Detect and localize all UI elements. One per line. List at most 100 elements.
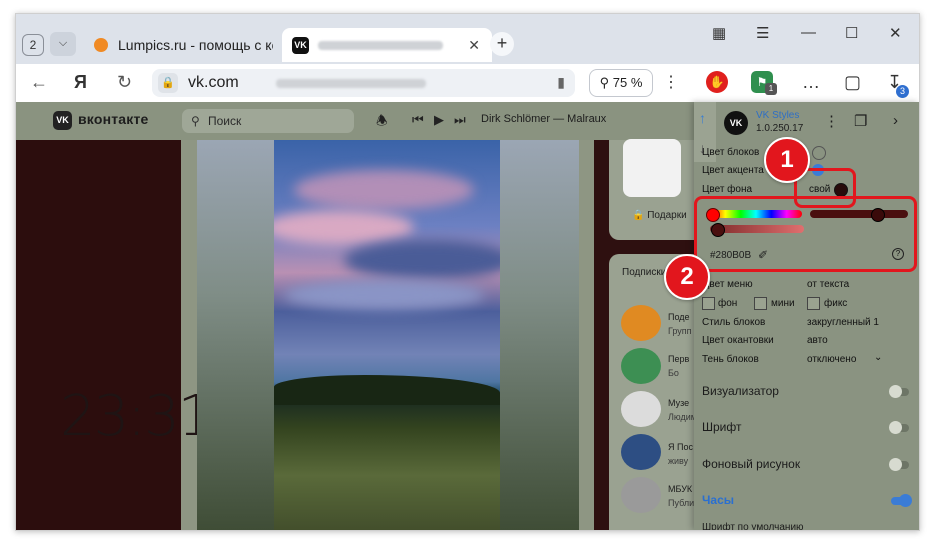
lock-icon[interactable]: 🔒 bbox=[158, 73, 178, 93]
tab-vk-active[interactable]: VK ✕ bbox=[282, 28, 492, 62]
font-toggle[interactable] bbox=[889, 421, 909, 434]
group-avatar[interactable] bbox=[621, 477, 661, 513]
adblock-extension-icon[interactable]: ✋ bbox=[706, 71, 728, 93]
group-avatar[interactable] bbox=[621, 305, 661, 341]
group-meta: Людим bbox=[668, 412, 697, 422]
fix-checkbox[interactable] bbox=[807, 297, 820, 310]
yandex-icon[interactable]: Я bbox=[74, 72, 87, 93]
group-avatar[interactable] bbox=[621, 348, 661, 384]
group-name[interactable]: Я Пос bbox=[668, 442, 693, 452]
chevron-right-icon[interactable]: › bbox=[893, 112, 898, 129]
group-meta: Публи bbox=[668, 498, 695, 508]
maximize-icon[interactable]: ☐ bbox=[845, 24, 858, 42]
section-background-image[interactable]: Фоновый рисунок bbox=[702, 457, 800, 471]
clock-toggle[interactable] bbox=[891, 494, 912, 507]
vk-search-input[interactable]: ⚲ Поиск bbox=[182, 109, 354, 133]
cloud bbox=[274, 210, 414, 245]
vk-favicon-icon: VK bbox=[292, 37, 309, 54]
group-avatar[interactable] bbox=[621, 391, 661, 427]
title-bar: 2 ⌵ Lumpics.ru - помощь с ком VK ✕ + ▦ ☰… bbox=[16, 14, 919, 64]
group-avatar[interactable] bbox=[621, 434, 661, 470]
group-name[interactable]: Поде bbox=[668, 312, 690, 322]
copy-icon[interactable]: ❐ bbox=[854, 112, 867, 130]
clock-widget: 23:31 bbox=[60, 384, 213, 449]
close-tab-icon[interactable]: ✕ bbox=[468, 28, 480, 62]
section-clock[interactable]: Часы bbox=[702, 493, 734, 507]
menu-color-value[interactable]: от текста bbox=[807, 279, 849, 290]
zoom-level: 75 % bbox=[612, 75, 643, 90]
back-icon[interactable]: ← bbox=[30, 72, 48, 93]
visualizer-toggle[interactable] bbox=[889, 385, 909, 398]
subscriptions-heading[interactable]: Подписки bbox=[622, 267, 666, 278]
tab-list-chevron-icon[interactable]: ⌵ bbox=[50, 32, 76, 56]
extensions-more-icon[interactable]: … bbox=[802, 72, 820, 93]
navigation-bar: ← Я ↻ 🔒 vk.com ▮ ⚲ 75 % ⋮ ✋ ⚑ 1 … ▢ ↧ 3 bbox=[16, 64, 919, 102]
treeline bbox=[274, 375, 500, 405]
next-track-icon[interactable]: ⏭ bbox=[454, 112, 466, 128]
tab-title: Lumpics.ru - помощь с ком bbox=[118, 37, 273, 53]
section-default-font[interactable]: Шрифт по умолчанию bbox=[702, 522, 804, 530]
block-style-value[interactable]: закругленный 1 bbox=[807, 317, 879, 328]
bg-color-label: Цвет фона bbox=[702, 184, 753, 195]
group-meta: живу bbox=[668, 456, 689, 466]
bookmark-icon[interactable]: ▮ bbox=[557, 74, 565, 91]
tab-count-button[interactable]: 2 bbox=[22, 34, 44, 56]
more-vertical-icon[interactable]: ⋮ bbox=[824, 112, 839, 130]
vk-brand[interactable]: вконтакте bbox=[78, 111, 149, 127]
block-shadow-label: Тень блоков bbox=[702, 354, 759, 365]
previous-track-icon[interactable]: ⏮ bbox=[412, 112, 424, 128]
puzzle-icon[interactable]: ▢ bbox=[844, 72, 861, 93]
more-vertical-icon[interactable]: ⋮ bbox=[663, 72, 679, 92]
group-meta: Групп bbox=[668, 326, 692, 336]
chevron-down-icon[interactable]: ⌄ bbox=[874, 352, 882, 363]
block-color-label: Цвет блоков bbox=[702, 147, 760, 158]
fix-checkbox-label: фикс bbox=[824, 298, 848, 309]
left-background bbox=[16, 140, 181, 530]
search-placeholder: Поиск bbox=[208, 114, 242, 128]
vk-styles-logo-icon: VK bbox=[724, 111, 748, 135]
step-1-badge: 1 bbox=[764, 137, 810, 183]
background-image-toggle[interactable] bbox=[889, 458, 909, 471]
zoom-button[interactable]: ⚲ 75 % bbox=[589, 69, 653, 97]
step-2-badge: 2 bbox=[664, 254, 710, 300]
section-font[interactable]: Шрифт bbox=[702, 420, 741, 434]
play-icon[interactable]: ▶ bbox=[434, 112, 444, 128]
group-name[interactable]: Музе bbox=[668, 398, 689, 408]
group-name[interactable]: Перв bbox=[668, 354, 689, 364]
download-badge: 3 bbox=[896, 85, 909, 98]
bg-checkbox-label: фон bbox=[718, 298, 738, 309]
cloud bbox=[344, 240, 500, 280]
story-photo[interactable] bbox=[274, 140, 500, 530]
collections-icon[interactable]: ▦ bbox=[712, 24, 726, 42]
accent-color-label: Цвет акцента bbox=[702, 165, 764, 176]
block-shadow-value[interactable]: отключено bbox=[807, 354, 856, 365]
tab-lumpics[interactable]: Lumpics.ru - помощь с ком bbox=[86, 28, 276, 62]
browser-window: 2 ⌵ Lumpics.ru - помощь с ком VK ✕ + ▦ ☰… bbox=[15, 13, 920, 531]
shield-badge: 1 bbox=[765, 83, 777, 95]
bg-checkbox[interactable] bbox=[702, 297, 715, 310]
bell-icon[interactable]: 🕭 bbox=[376, 112, 388, 134]
section-visualizer[interactable]: Визуализатор bbox=[702, 384, 779, 398]
search-icon: ⚲ bbox=[191, 114, 200, 128]
highlight-color-picker bbox=[694, 196, 917, 272]
gifts-label[interactable]: 🔒 Подарки bbox=[632, 210, 687, 221]
close-window-icon[interactable]: ✕ bbox=[889, 24, 902, 42]
zoom-search-icon: ⚲ bbox=[599, 75, 610, 90]
vk-logo-icon[interactable]: VK bbox=[53, 111, 72, 130]
cloud bbox=[284, 280, 484, 310]
gift-image[interactable] bbox=[623, 139, 681, 197]
group-name[interactable]: МБУК bbox=[668, 484, 692, 494]
minimize-icon[interactable]: — bbox=[801, 24, 816, 41]
block-color-swatch[interactable] bbox=[812, 146, 826, 160]
extension-version: 1.0.250.17 bbox=[756, 123, 804, 134]
new-tab-button[interactable]: + bbox=[490, 32, 514, 56]
address-domain: vk.com bbox=[188, 74, 239, 91]
border-color-value[interactable]: авто bbox=[807, 335, 828, 346]
pin-up-icon[interactable]: ↑ bbox=[699, 110, 706, 126]
address-bar[interactable]: 🔒 vk.com ▮ bbox=[152, 69, 575, 97]
reload-icon[interactable]: ↻ bbox=[117, 72, 132, 93]
mini-checkbox[interactable] bbox=[754, 297, 767, 310]
menu-icon[interactable]: ☰ bbox=[756, 24, 769, 42]
now-playing[interactable]: Dirk Schlömer — Malraux bbox=[481, 113, 606, 125]
extension-title[interactable]: VK Styles bbox=[756, 110, 799, 121]
